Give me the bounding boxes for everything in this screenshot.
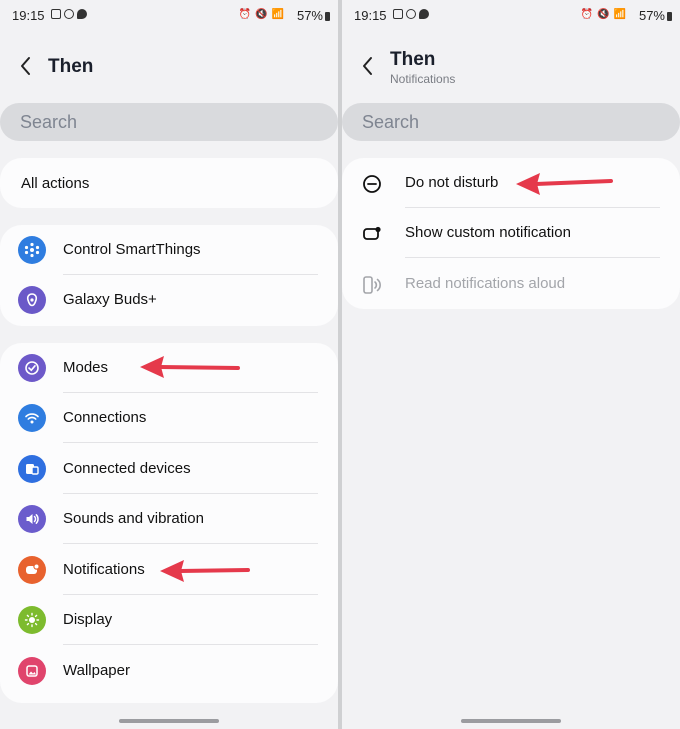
wifi-icon (18, 404, 46, 432)
notification-icon (18, 556, 46, 584)
settings-card: Modes Connections Connected devices Soun… (0, 343, 338, 703)
divider (63, 644, 318, 645)
list-item-label: Sounds and vibration (63, 510, 204, 527)
wifi-status-icon: 📶 (271, 9, 284, 20)
wallpaper-icon (18, 657, 46, 685)
search-bar[interactable] (0, 103, 338, 141)
status-bar: 19:15 ⏰ 🔇 📶 57% (0, 0, 338, 30)
list-item-galaxy-buds[interactable]: Galaxy Buds+ (0, 275, 338, 325)
clock-icon (64, 9, 74, 19)
status-time: 19:15 (12, 8, 45, 23)
header: Then Notifications (342, 40, 680, 94)
galaxy-buds-icon (18, 286, 46, 314)
arrow-annotation-icon (516, 173, 613, 195)
list-item-sounds-vibration[interactable]: Sounds and vibration (0, 494, 338, 544)
list-item-label: Notifications (63, 561, 145, 578)
battery-icon (667, 12, 672, 21)
devices-card: Control SmartThings Galaxy Buds+ (0, 225, 338, 326)
header: Then (0, 40, 338, 94)
list-item-read-notifications-aloud[interactable]: Read notifications aloud (342, 259, 680, 309)
list-item-label: Galaxy Buds+ (63, 291, 157, 308)
list-item-label: Control SmartThings (63, 241, 201, 258)
list-item-display[interactable]: Display (0, 595, 338, 645)
alarm-icon: ⏰ (580, 9, 594, 20)
list-item-label: Show custom notification (405, 224, 571, 241)
connected-devices-icon (18, 455, 46, 483)
gallery-icon (51, 9, 61, 19)
clock-icon (406, 9, 416, 19)
notification-badge-icon (363, 226, 381, 240)
arrow-annotation-icon (140, 356, 240, 378)
wifi-status-icon: 📶 (613, 9, 626, 20)
divider (63, 543, 318, 544)
battery-percent: 57% (296, 8, 323, 23)
alarm-icon: ⏰ (238, 9, 252, 20)
list-item-label: Do not disturb (405, 174, 499, 191)
list-item-label: Read notifications aloud (405, 275, 566, 292)
list-item-label: Connected devices (63, 460, 191, 477)
divider (63, 442, 318, 443)
gesture-handle[interactable] (119, 719, 219, 723)
status-time: 19:15 (354, 8, 387, 23)
battery-percent: 57% (638, 8, 665, 23)
sun-icon (18, 606, 46, 634)
battery-icon (325, 12, 330, 21)
divider (405, 257, 660, 258)
list-item-label: Display (63, 611, 113, 628)
list-item-wallpaper[interactable]: Wallpaper (0, 646, 338, 696)
page-subtitle: Notifications (390, 72, 456, 86)
list-item-do-not-disturb[interactable]: Do not disturb (342, 158, 680, 208)
status-bar: 19:15 ⏰ 🔇 📶 57% (342, 0, 680, 30)
all-actions-card: All actions (0, 158, 338, 208)
smartthings-icon (18, 236, 46, 264)
chevron-left-icon (21, 57, 30, 75)
list-item-connected-devices[interactable]: Connected devices (0, 444, 338, 494)
page-title: Then (48, 56, 94, 77)
system-icons: ⏰ 🔇 📶 (581, 9, 626, 20)
search-bar[interactable] (342, 103, 680, 141)
all-actions-item[interactable]: All actions (0, 158, 338, 208)
chat-icon (419, 9, 429, 19)
back-button[interactable] (358, 54, 378, 78)
list-item-connections[interactable]: Connections (0, 393, 338, 443)
gesture-handle[interactable] (461, 719, 561, 723)
battery-indicator: 57% (639, 8, 672, 23)
back-button[interactable] (16, 54, 36, 78)
system-icons: ⏰ 🔇 📶 (239, 9, 284, 20)
left-screen: 19:15 ⏰ 🔇 📶 57% Then All actions (0, 0, 338, 729)
read-aloud-icon (363, 276, 381, 294)
notifications-card: Do not disturb Show custom notification … (342, 158, 680, 309)
page-title: Then (390, 49, 436, 70)
chat-icon (77, 9, 87, 19)
mute-icon: 🔇 (597, 9, 610, 20)
gallery-icon (393, 9, 403, 19)
list-item-label: Modes (63, 359, 109, 376)
search-input[interactable] (362, 103, 652, 141)
modes-icon (18, 354, 46, 382)
arrow-annotation-icon (160, 560, 250, 582)
right-screen: 19:15 ⏰ 🔇 📶 57% Then Notifications Do no… (342, 0, 680, 729)
search-input[interactable] (20, 103, 310, 141)
battery-indicator: 57% (297, 8, 330, 23)
all-actions-label: All actions (21, 175, 90, 192)
speaker-icon (18, 505, 46, 533)
list-item-control-smartthings[interactable]: Control SmartThings (0, 225, 338, 275)
minus-circle-icon (363, 175, 381, 193)
mute-icon: 🔇 (255, 9, 268, 20)
list-item-show-custom-notification[interactable]: Show custom notification (342, 208, 680, 258)
list-item-label: Wallpaper (63, 662, 130, 679)
chevron-left-icon (363, 57, 372, 75)
list-item-label: Connections (63, 409, 147, 426)
